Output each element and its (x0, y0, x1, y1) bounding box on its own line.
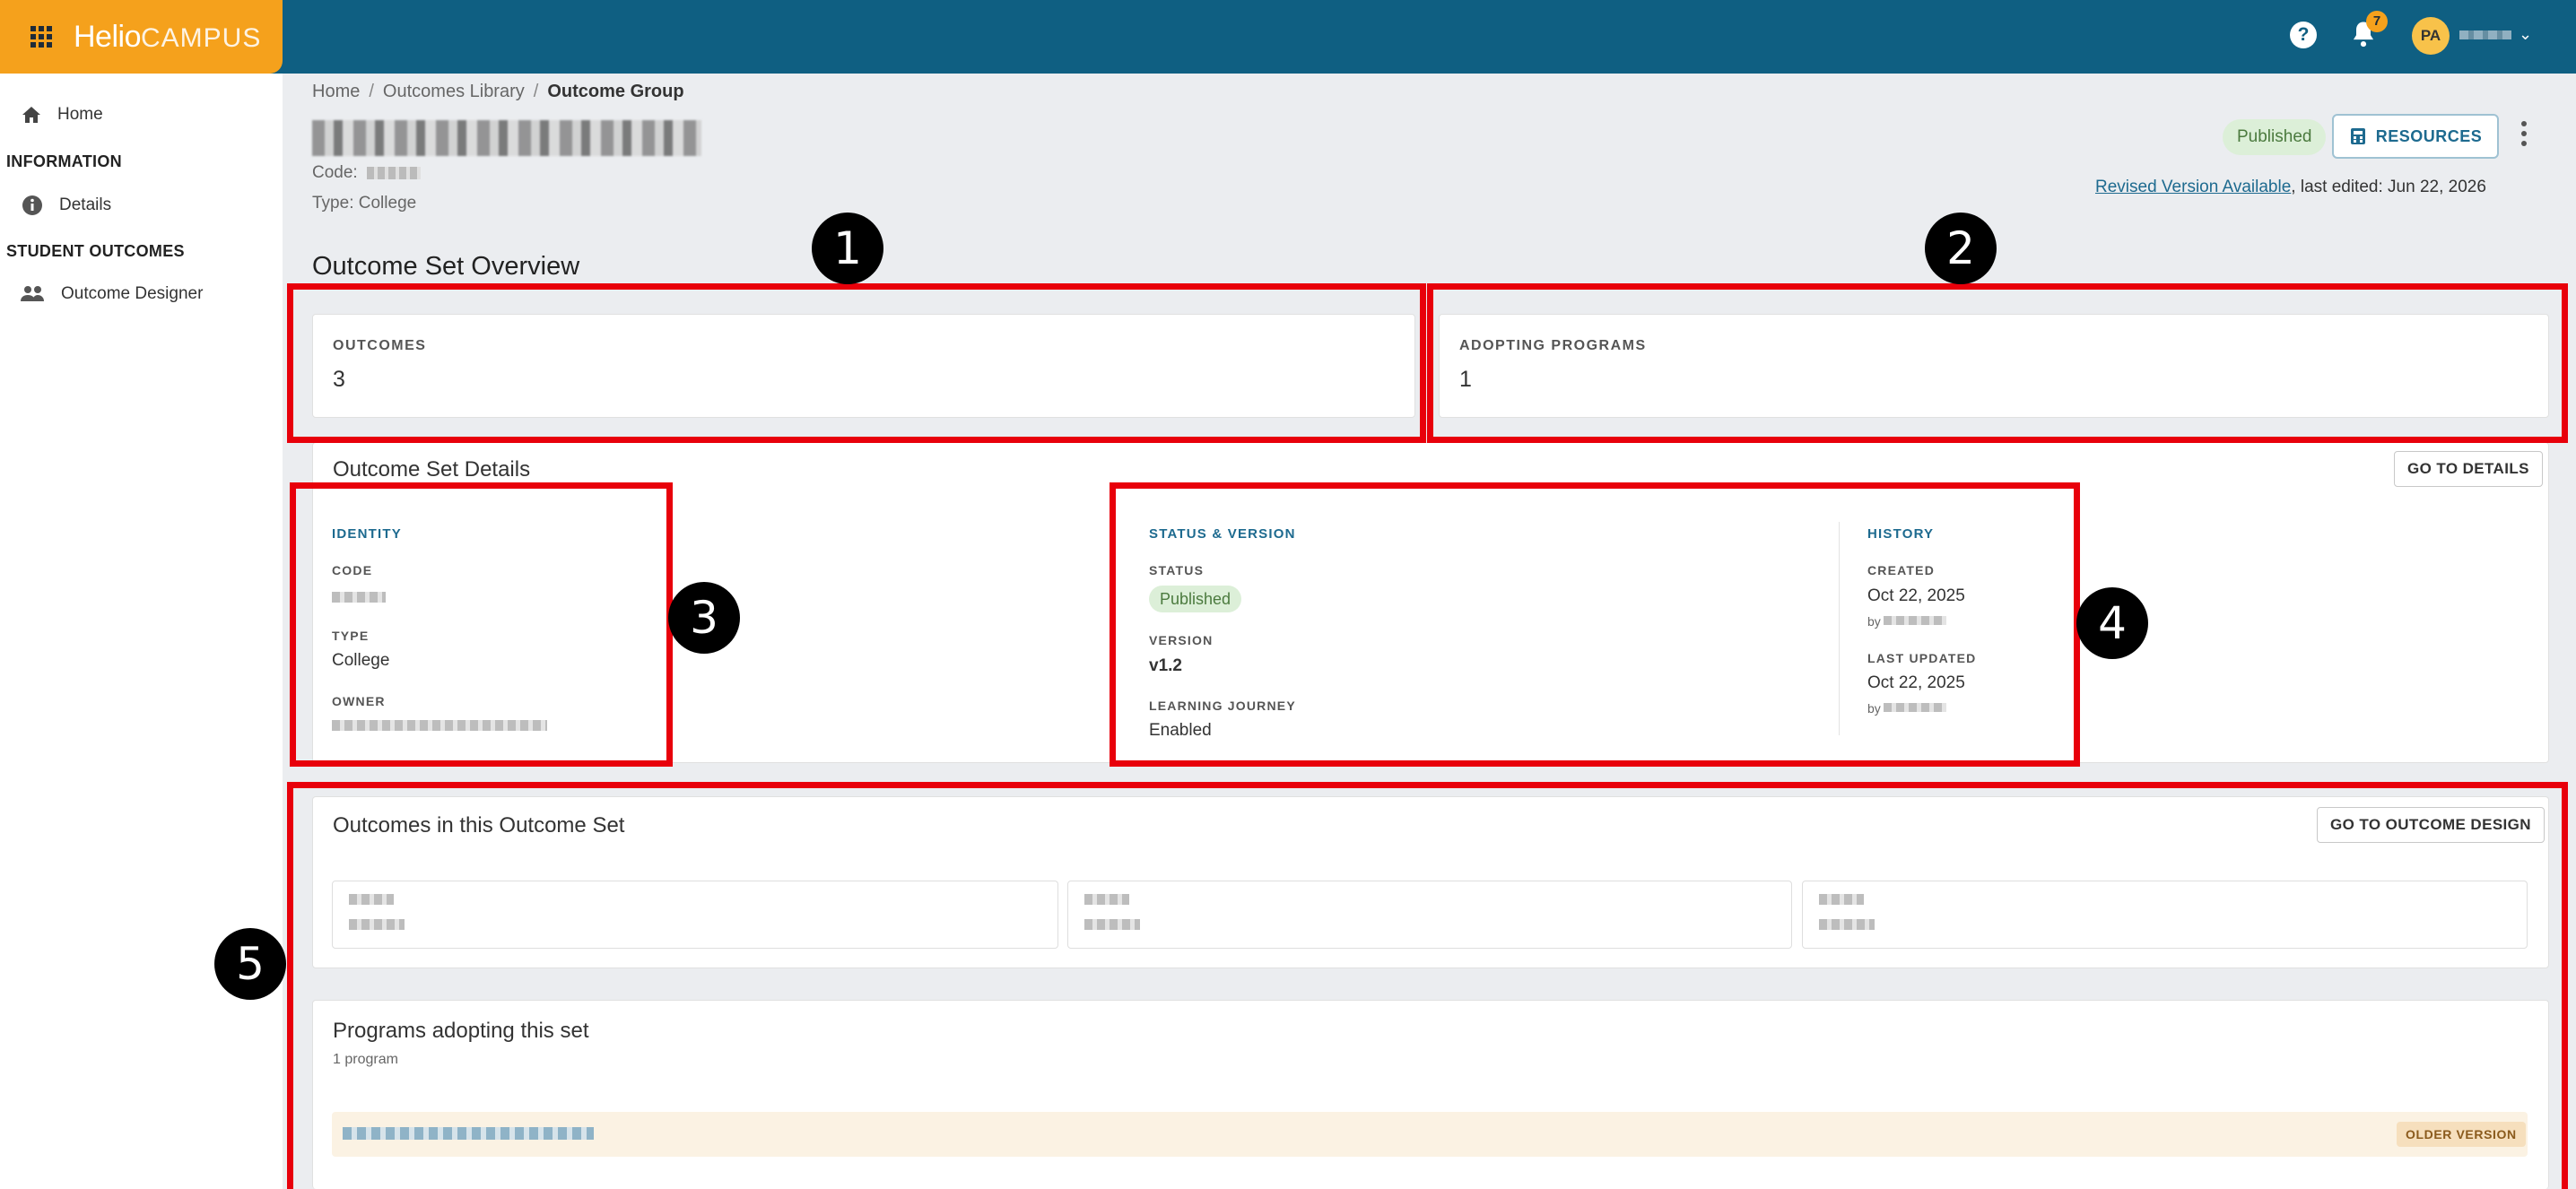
sidebar-item-label: Details (59, 195, 112, 214)
breadcrumb-outcomes-library[interactable]: Outcomes Library (383, 82, 525, 101)
go-to-details-button[interactable]: GO TO DETAILS (2394, 451, 2543, 487)
last-edited-text: , last edited: Jun 22, 2026 (2291, 178, 2486, 196)
highlight-box-3 (290, 482, 673, 767)
annotation-marker-5: 5 (214, 928, 286, 1000)
info-icon (22, 195, 42, 215)
notification-badge: 7 (2366, 11, 2388, 32)
home-icon (22, 107, 40, 123)
breadcrumb: Home / Outcomes Library / Outcome Group (312, 82, 684, 102)
revision-info: Revised Version Available, last edited: … (2095, 178, 2486, 197)
breadcrumb-home[interactable]: Home (312, 82, 360, 101)
breadcrumb-separator: / (533, 82, 539, 101)
brand-area[interactable]: HelioCAMPUS (0, 0, 283, 74)
sidebar-item-label: Outcome Designer (61, 284, 204, 303)
highlight-box-1 (287, 283, 1426, 443)
details-title: Outcome Set Details (333, 457, 531, 482)
annotation-marker-3: 3 (668, 582, 740, 654)
apps-grid-icon[interactable] (30, 26, 52, 48)
logo-sub: CAMPUS (140, 23, 262, 53)
breadcrumb-separator: / (369, 82, 374, 101)
highlight-box-5 (287, 782, 2568, 1189)
logo-main: Helio (74, 20, 141, 54)
logo[interactable]: HelioCAMPUS (74, 20, 261, 55)
top-bar (0, 0, 2576, 74)
help-icon[interactable]: ? (2290, 22, 2317, 48)
highlight-box-4 (1110, 482, 2080, 767)
overview-title: Outcome Set Overview (312, 252, 580, 281)
code-value-redacted (366, 166, 421, 179)
type-value: College (358, 194, 417, 213)
avatar[interactable]: PA (2412, 17, 2450, 55)
resources-button[interactable]: RESOURCES (2332, 114, 2499, 159)
user-name-redacted[interactable] (2459, 30, 2511, 39)
sidebar-item-details[interactable]: Details (22, 195, 111, 216)
more-options-icon[interactable] (2520, 121, 2528, 148)
page-code: Code: (312, 163, 421, 183)
annotation-marker-4: 4 (2076, 587, 2148, 659)
calculator-icon (2350, 128, 2365, 144)
breadcrumb-current: Outcome Group (547, 82, 684, 101)
annotation-marker-2: 2 (1925, 213, 1997, 284)
sidebar-section-student-outcomes: STUDENT OUTCOMES (6, 242, 185, 260)
highlight-box-2 (1427, 283, 2568, 443)
people-icon (21, 286, 44, 301)
revised-version-link[interactable]: Revised Version Available (2095, 178, 2291, 196)
annotation-marker-1: 1 (812, 213, 883, 284)
sidebar-section-information: INFORMATION (6, 152, 122, 170)
status-badge: Published (2223, 119, 2327, 155)
code-label: Code: (312, 163, 358, 182)
sidebar-item-label: Home (57, 105, 103, 124)
chevron-down-icon[interactable]: ⌄ (2519, 25, 2532, 44)
page-title-redacted (312, 120, 701, 156)
resources-label: RESOURCES (2375, 126, 2483, 145)
sidebar-item-outcome-designer[interactable]: Outcome Designer (20, 284, 203, 304)
sidebar (0, 74, 283, 1189)
page-type: Type: College (312, 194, 416, 213)
sidebar-item-home[interactable]: Home (22, 105, 103, 125)
type-label: Type: (312, 194, 354, 213)
